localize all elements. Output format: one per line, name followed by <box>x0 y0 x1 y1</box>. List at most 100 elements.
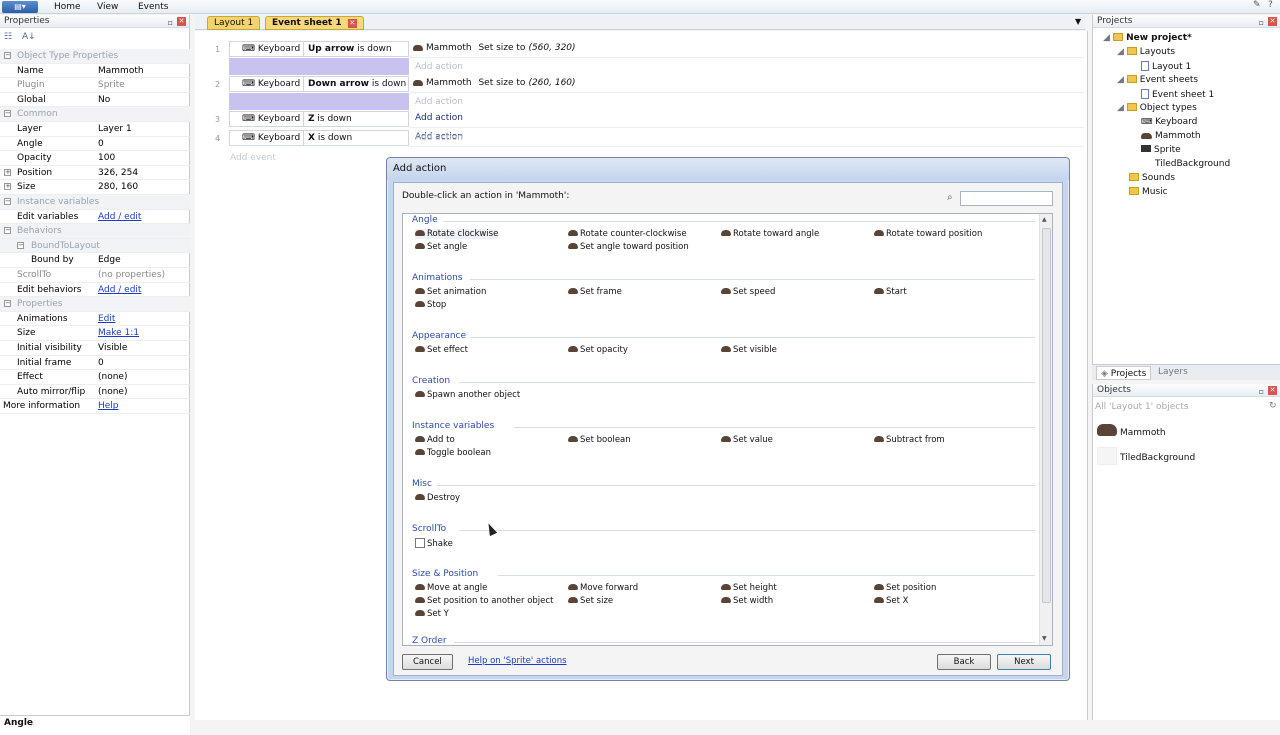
action-item[interactable]: Set frame <box>568 287 622 297</box>
action-item[interactable]: Subtract from <box>874 435 945 445</box>
action-item[interactable]: Rotate counter-clockwise <box>568 229 687 239</box>
collapse-icon[interactable]: − <box>4 300 11 308</box>
action-item[interactable]: Set visible <box>721 345 777 355</box>
action-item[interactable]: Toggle boolean <box>415 448 491 458</box>
tree-keyboard[interactable]: ⌨ Keyboard <box>1141 117 1197 127</box>
pin-icon[interactable]: ▫ <box>1259 16 1264 29</box>
close-icon[interactable]: ✕ <box>1268 386 1277 395</box>
property-row[interactable]: Plugin Sprite <box>0 78 190 93</box>
add-action-link[interactable]: Add action <box>415 62 463 72</box>
objects-filter[interactable]: All 'Layout 1' objects <box>1095 402 1188 412</box>
add-action-link[interactable]: Add action <box>415 113 463 123</box>
collapse-icon[interactable]: − <box>4 227 11 235</box>
action-item[interactable]: Set position <box>874 583 936 593</box>
event-condition[interactable]: ⌨ Keyboard Z is down <box>229 111 409 127</box>
alphabetical-sort-icon[interactable]: A↓ <box>22 32 36 42</box>
property-row[interactable]: Size Make 1:1 <box>0 326 190 341</box>
property-link[interactable]: Add / edit <box>98 210 141 224</box>
action-item[interactable]: Set opacity <box>568 345 628 355</box>
action-item[interactable]: Spawn another object <box>415 390 520 400</box>
help-sprite-actions-link[interactable]: Help on 'Sprite' actions <box>468 656 567 666</box>
event-condition[interactable]: ⌨ Keyboard Up arrow is down <box>229 41 409 57</box>
ribbon-tab-events[interactable]: Events <box>134 0 172 14</box>
add-action-link[interactable]: Add action <box>415 97 463 107</box>
action-item[interactable]: Move forward <box>568 583 638 593</box>
refresh-icon[interactable]: ↻ <box>1269 401 1277 411</box>
action-item[interactable]: Set animation <box>415 287 486 297</box>
ribbon-tab-home[interactable]: Home <box>50 0 85 14</box>
expand-icon[interactable]: + <box>4 183 11 191</box>
action-item[interactable]: Set size <box>568 596 613 606</box>
tab-event-sheet-1[interactable]: Event sheet 1 ✕ <box>265 16 364 30</box>
action-item[interactable]: Set X <box>874 596 908 606</box>
event-condition[interactable]: ⌨ Keyboard X is down <box>229 130 409 146</box>
tab-projects[interactable]: ◈ Projects <box>1096 366 1152 380</box>
action-item[interactable]: Set speed <box>721 287 775 297</box>
tree-event-sheet-1[interactable]: Event sheet 1 <box>1141 89 1214 100</box>
property-row[interactable]: + Position 326, 254 <box>0 166 190 181</box>
event-condition[interactable]: ⌨ Keyboard Down arrow is down <box>229 76 409 92</box>
property-row[interactable]: Initial visibility Visible <box>0 341 190 356</box>
tree-event-sheets[interactable]: ◢ Event sheets <box>1117 75 1198 85</box>
tree-object-types[interactable]: ◢ Object types <box>1117 103 1197 113</box>
action-item[interactable]: Set value <box>721 435 773 445</box>
action-item[interactable]: Move at angle <box>415 583 487 593</box>
property-row[interactable]: Global No <box>0 93 190 108</box>
scroll-down-icon[interactable]: ▼ <box>1042 635 1047 642</box>
action-item[interactable]: Set height <box>721 583 777 593</box>
add-event-link[interactable]: Add event <box>230 153 276 163</box>
back-button[interactable]: Back <box>937 654 991 670</box>
collapse-icon[interactable]: − <box>4 198 11 205</box>
property-link[interactable]: Make 1:1 <box>98 326 139 340</box>
tree-tiledbackground[interactable]: TiledBackground <box>1155 159 1230 169</box>
tab-layout-1[interactable]: Layout 1 <box>207 16 261 30</box>
property-row[interactable]: Opacity 100 <box>0 151 190 166</box>
pin-icon[interactable]: ▫ <box>1259 385 1264 398</box>
property-row[interactable]: Edit behaviors Add / edit <box>0 283 190 298</box>
property-link[interactable]: Edit <box>98 312 115 326</box>
app-menu-button[interactable]: ▤▾ <box>2 1 38 13</box>
property-row[interactable]: Edit variables Add / edit <box>0 210 190 225</box>
action-item[interactable]: Rotate clockwise <box>415 229 499 239</box>
action-item[interactable]: Stop <box>415 300 446 310</box>
tree-root[interactable]: ◢ New project* <box>1103 33 1192 43</box>
ribbon-tab-view[interactable]: View <box>93 0 122 14</box>
scrollbar[interactable]: ▲ ▼ <box>1039 214 1052 645</box>
action-item[interactable]: Set boolean <box>568 435 631 445</box>
property-row[interactable]: Animations Edit <box>0 312 190 327</box>
property-row[interactable]: More information Help <box>0 399 190 414</box>
add-action-link[interactable]: Add action <box>415 133 463 143</box>
property-row[interactable]: Auto mirror/flip (none) <box>0 385 190 400</box>
property-link[interactable]: Help <box>98 399 119 413</box>
categorized-sort-icon[interactable]: ☷ <box>4 32 12 42</box>
collapse-icon[interactable]: − <box>4 110 11 118</box>
property-row[interactable]: Initial frame 0 <box>0 356 190 371</box>
action-item[interactable]: Set width <box>721 596 773 606</box>
tree-music[interactable]: Music <box>1129 187 1168 197</box>
property-row[interactable]: Angle 0 <box>0 137 190 152</box>
scroll-up-icon[interactable]: ▲ <box>1042 216 1047 223</box>
cancel-button[interactable]: Cancel <box>402 654 453 670</box>
property-row[interactable]: Bound by Edge <box>0 253 190 268</box>
tree-sprite[interactable]: Sprite <box>1141 145 1181 155</box>
close-icon[interactable]: ✕ <box>347 19 357 28</box>
tab-dropdown-icon[interactable]: ▼ <box>1075 17 1081 26</box>
collapse-icon[interactable]: − <box>4 52 11 59</box>
action-item[interactable]: Start <box>874 287 907 297</box>
action-item[interactable]: Set angle toward position <box>568 242 689 252</box>
object-mammoth[interactable]: Mammoth <box>1097 424 1166 438</box>
tree-sounds[interactable]: Sounds <box>1129 173 1175 183</box>
action-item[interactable]: Set position to another object <box>415 596 553 606</box>
tab-layers[interactable]: Layers <box>1158 367 1188 377</box>
action-item[interactable]: Set angle <box>415 242 467 252</box>
action-item[interactable]: Rotate toward angle <box>721 229 819 239</box>
close-icon[interactable]: ✕ <box>177 17 186 26</box>
pin-icon[interactable]: ▫ <box>168 16 173 29</box>
close-icon[interactable]: ✕ <box>1268 17 1277 26</box>
tree-mammoth[interactable]: Mammoth <box>1141 131 1201 141</box>
tree-layouts[interactable]: ◢ Layouts <box>1117 47 1175 57</box>
property-row[interactable]: Name Mammoth <box>0 64 190 79</box>
property-row[interactable]: Layer Layer 1 <box>0 122 190 137</box>
action-item[interactable]: Destroy <box>415 493 460 503</box>
property-row[interactable]: ScrollTo (no properties) <box>0 268 190 283</box>
